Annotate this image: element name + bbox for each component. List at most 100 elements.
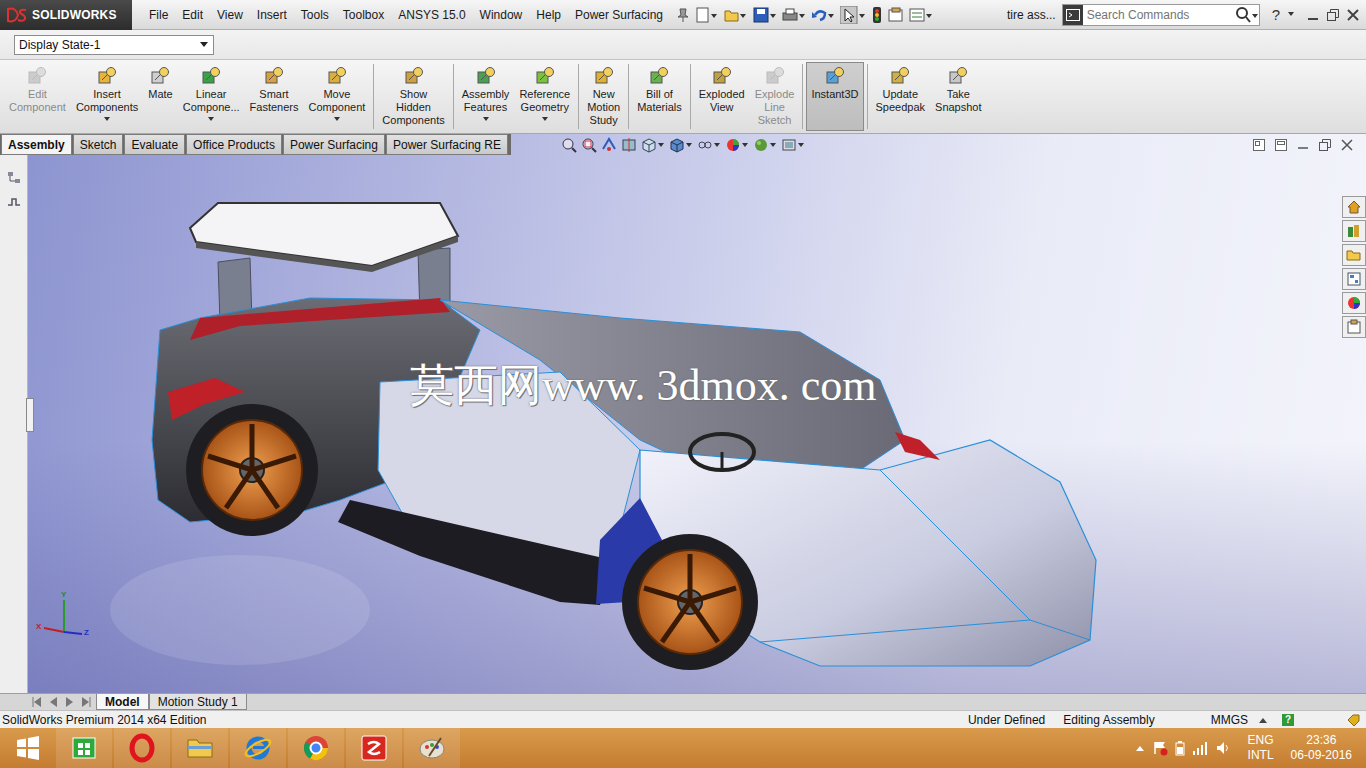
ribbon-button[interactable]: Take Snapshot	[930, 62, 986, 131]
task-pane-button[interactable]	[1342, 196, 1366, 218]
scene-icon[interactable]	[753, 137, 777, 153]
ribbon-button[interactable]: Smart Fasteners	[245, 62, 304, 131]
viewport-close-icon[interactable]	[1340, 138, 1354, 152]
menu-item[interactable]: Insert	[250, 8, 294, 22]
magnifier-icon[interactable]	[1235, 6, 1259, 24]
previous-tab-icon[interactable]	[46, 695, 60, 709]
input-language[interactable]: ENGINTL	[1248, 733, 1274, 763]
view-settings-icon[interactable]	[781, 137, 805, 153]
menu-item[interactable]: Edit	[175, 8, 210, 22]
ribbon-button[interactable]: Update Speedpak	[871, 62, 931, 131]
dropdown-arrow[interactable]	[542, 117, 548, 121]
restore-icon[interactable]	[1326, 8, 1340, 22]
viewport-minimize-icon[interactable]	[1296, 138, 1310, 152]
unit-system[interactable]: MMGS	[1211, 713, 1248, 727]
pin-icon[interactable]	[676, 7, 690, 23]
battery-icon[interactable]	[1175, 740, 1185, 756]
network-signal-icon[interactable]	[1192, 740, 1208, 756]
menu-item[interactable]: Window	[473, 8, 530, 22]
taskbar-button[interactable]	[114, 728, 170, 768]
panel-flyout-tab[interactable]	[26, 398, 34, 432]
model-tab[interactable]: Motion Study 1	[149, 694, 247, 710]
task-pane-button[interactable]	[1342, 268, 1366, 290]
view-orientation-icon[interactable]	[641, 137, 665, 153]
command-tab[interactable]: Evaluate	[124, 134, 185, 155]
ribbon-button[interactable]: Assembly Features	[457, 62, 515, 131]
dropdown-arrow[interactable]	[483, 117, 489, 121]
appearance-icon[interactable]	[725, 137, 749, 153]
rebuild-icon[interactable]	[871, 6, 883, 24]
action-center-icon[interactable]	[1152, 740, 1168, 756]
task-pane-button[interactable]	[1342, 244, 1366, 266]
ribbon-button[interactable]: Insert Components	[71, 62, 143, 131]
command-tab[interactable]: Power Surfacing RE	[386, 134, 508, 155]
task-pane-button[interactable]	[1342, 292, 1366, 314]
taskbar-button[interactable]	[404, 728, 460, 768]
zoom-area-icon[interactable]	[581, 137, 597, 153]
ribbon-button[interactable]: Linear Compone...	[178, 62, 245, 131]
menu-item[interactable]: View	[210, 8, 250, 22]
zoom-to-fit-icon[interactable]	[561, 137, 577, 153]
ribbon-button[interactable]: Mate	[143, 62, 177, 131]
ribbon-button[interactable]: Move Component	[303, 62, 370, 131]
model-tab[interactable]: Model	[96, 694, 149, 710]
ribbon-button[interactable]: Show Hidden Components	[377, 62, 449, 131]
dropdown-arrow[interactable]	[104, 117, 110, 121]
menu-item[interactable]: Help	[529, 8, 568, 22]
taskbar-button[interactable]	[172, 728, 228, 768]
taskbar-button[interactable]	[288, 728, 344, 768]
previous-view-icon[interactable]	[601, 137, 617, 153]
tag-icon[interactable]	[1346, 713, 1360, 727]
menu-item[interactable]: Toolbox	[336, 8, 391, 22]
viewport-restore-icon[interactable]	[1318, 138, 1332, 152]
undo-icon[interactable]	[811, 7, 835, 23]
dropdown-arrow[interactable]	[334, 117, 340, 121]
select-arrow-icon[interactable]	[840, 6, 866, 24]
help-badge[interactable]: ?	[1282, 714, 1294, 726]
menu-item[interactable]: ANSYS 15.0	[391, 8, 472, 22]
save-icon[interactable]	[753, 7, 777, 23]
show-hidden-icons-icon[interactable]	[1135, 744, 1145, 752]
display-style-icon[interactable]	[669, 137, 693, 153]
split-view-icon[interactable]	[1252, 138, 1266, 152]
taskbar-button[interactable]	[346, 728, 402, 768]
next-tab-icon[interactable]	[62, 695, 76, 709]
speaker-icon[interactable]	[1215, 740, 1231, 756]
menu-item[interactable]: File	[142, 8, 175, 22]
first-tab-icon[interactable]	[30, 695, 44, 709]
dropdown-arrow-icon[interactable]	[1288, 12, 1296, 18]
search-box[interactable]	[1062, 4, 1260, 26]
tile-view-icon[interactable]	[1274, 138, 1288, 152]
ribbon-button[interactable]: New Motion Study	[582, 62, 625, 131]
display-state-select[interactable]: Display State-1	[14, 35, 214, 55]
up-arrow-icon[interactable]	[1258, 716, 1268, 724]
config-icon[interactable]	[7, 195, 21, 209]
menu-item[interactable]: Tools	[294, 8, 336, 22]
model-viewport[interactable]	[28, 155, 1366, 693]
command-tab[interactable]: Assembly	[1, 134, 72, 155]
taskbar-button[interactable]	[56, 728, 112, 768]
menu-item[interactable]: Power Surfacing	[568, 8, 670, 22]
minimize-icon[interactable]	[1306, 8, 1320, 22]
command-tab[interactable]: Office Products	[186, 134, 282, 155]
ribbon-button[interactable]: Reference Geometry	[514, 62, 575, 131]
taskbar-button[interactable]	[0, 728, 56, 768]
options-icon[interactable]	[909, 7, 933, 23]
print-icon[interactable]	[782, 7, 806, 23]
ribbon-button[interactable]: Exploded View	[694, 62, 750, 131]
ribbon-button[interactable]: Bill of Materials	[632, 62, 687, 131]
dropdown-arrow-icon[interactable]	[199, 42, 209, 48]
clock[interactable]: 23:3606-09-2016	[1291, 733, 1352, 763]
ribbon-button[interactable]: Instant3D	[806, 62, 863, 131]
new-document-icon[interactable]	[695, 7, 719, 23]
dropdown-arrow[interactable]	[208, 117, 214, 121]
last-tab-icon[interactable]	[78, 695, 92, 709]
help-button[interactable]: ?	[1272, 6, 1280, 23]
task-pane-button[interactable]	[1342, 220, 1366, 242]
open-folder-icon[interactable]	[724, 7, 748, 23]
task-pane-button[interactable]	[1342, 316, 1366, 338]
command-tab[interactable]: Power Surfacing	[283, 134, 385, 155]
taskbar-button[interactable]	[230, 728, 286, 768]
tree-icon[interactable]	[7, 171, 21, 185]
section-view-icon[interactable]	[621, 137, 637, 153]
